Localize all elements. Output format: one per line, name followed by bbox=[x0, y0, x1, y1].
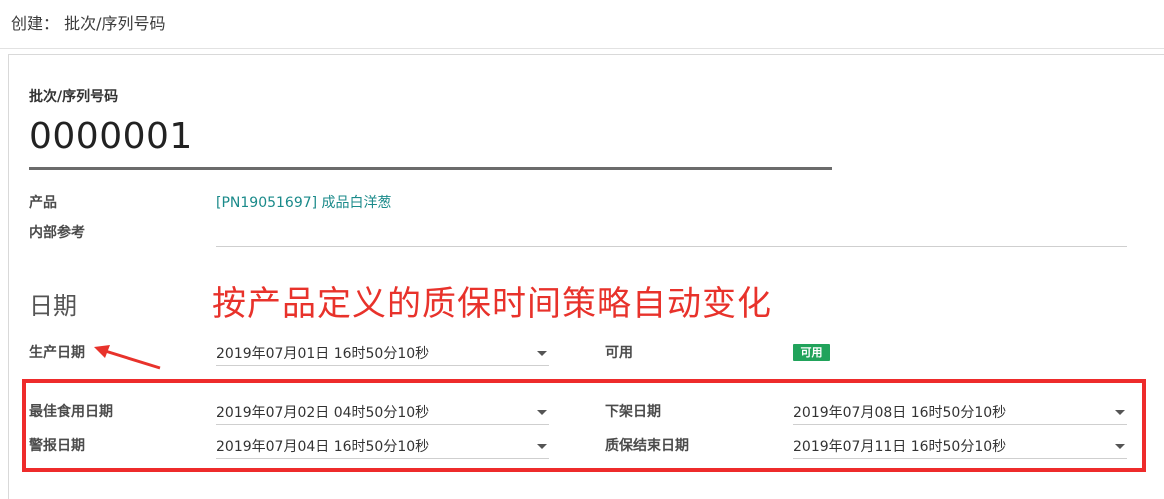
production-date-field[interactable]: 2019年07月01日 16时50分10秒 bbox=[216, 340, 549, 366]
production-date-label: 生产日期 bbox=[29, 345, 85, 361]
expiry-date-label: 质保结束日期 bbox=[605, 438, 689, 454]
breadcrumb: 创建： 批次/序列号码 bbox=[11, 14, 166, 33]
production-date-value: 2019年07月01日 16时50分10秒 bbox=[216, 346, 430, 362]
alert-date-field[interactable]: 2019年07月04日 16时50分10秒 bbox=[216, 433, 549, 459]
lot-label: 批次/序列号码 bbox=[29, 89, 119, 105]
removal-date-value: 2019年07月08日 16时50分10秒 bbox=[793, 405, 1007, 421]
best-before-field[interactable]: 2019年07月02日 04时50分10秒 bbox=[216, 399, 549, 425]
product-label: 产品 bbox=[29, 195, 57, 211]
lot-name-value: 0000001 bbox=[29, 116, 193, 157]
availability-label: 可用 bbox=[605, 345, 633, 361]
alert-date-label: 警报日期 bbox=[29, 438, 85, 454]
expiry-date-value: 2019年07月11日 16时50分10秒 bbox=[793, 439, 1007, 455]
removal-date-field[interactable]: 2019年07月08日 16时50分10秒 bbox=[793, 399, 1127, 425]
chevron-down-icon[interactable] bbox=[537, 444, 547, 449]
best-before-value: 2019年07月02日 04时50分10秒 bbox=[216, 405, 430, 421]
annotation-text: 按产品定义的质保时间策略自动变化 bbox=[212, 284, 772, 324]
best-before-label: 最佳食用日期 bbox=[29, 404, 113, 420]
product-link[interactable]: [PN19051697] 成品白洋葱 bbox=[216, 192, 392, 212]
availability-badge: 可用 bbox=[793, 344, 830, 361]
internal-ref-input[interactable] bbox=[216, 222, 1127, 247]
chevron-down-icon[interactable] bbox=[1115, 410, 1125, 415]
chevron-down-icon[interactable] bbox=[537, 351, 547, 356]
expiry-date-field[interactable]: 2019年07月11日 16时50分10秒 bbox=[793, 433, 1127, 459]
dates-section-title: 日期 bbox=[29, 292, 77, 320]
chevron-down-icon[interactable] bbox=[537, 410, 547, 415]
alert-date-value: 2019年07月04日 16时50分10秒 bbox=[216, 439, 430, 455]
internal-ref-label: 内部参考 bbox=[29, 225, 85, 241]
chevron-down-icon[interactable] bbox=[1115, 444, 1125, 449]
removal-date-label: 下架日期 bbox=[605, 404, 661, 420]
header-divider bbox=[0, 48, 1164, 49]
lot-name-input[interactable]: 0000001 bbox=[29, 112, 832, 170]
